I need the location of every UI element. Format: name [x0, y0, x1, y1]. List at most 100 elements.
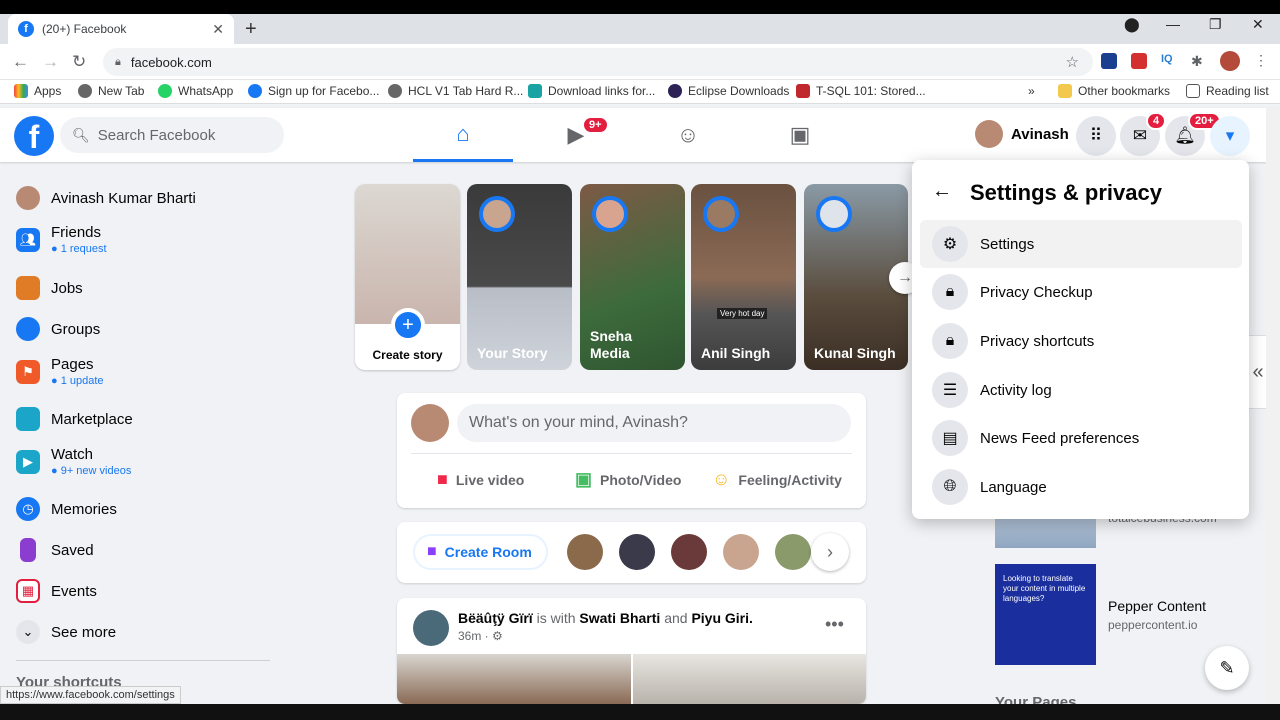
- story-card[interactable]: Very hot day Anil Singh: [691, 184, 796, 370]
- bookmark-item[interactable]: Apps: [14, 84, 61, 98]
- profile-photo: [355, 184, 460, 324]
- live-video-button[interactable]: ■ Live video: [437, 469, 524, 490]
- post-image[interactable]: [633, 654, 866, 704]
- sidebar-item-friends[interactable]: 👥︎ Friends ● 1 request: [16, 224, 107, 255]
- menu-item-news-feed-preferences[interactable]: ▤ News Feed preferences: [920, 414, 1242, 462]
- chrome-profile-avatar[interactable]: [1220, 51, 1240, 71]
- facebook-logo-icon[interactable]: f: [14, 116, 54, 156]
- minimize-icon[interactable]: —: [1166, 16, 1180, 32]
- friends-icon: 👥︎: [16, 227, 40, 252]
- bookmark-item[interactable]: HCL V1 Tab Hard R...: [388, 84, 523, 98]
- sidebar-item-memories[interactable]: ◷ Memories: [16, 497, 117, 521]
- sidebar-item-label: Friends: [51, 224, 102, 241]
- sidebar-item-watch[interactable]: ▶ Watch ● 9+ new videos: [16, 446, 131, 477]
- bookmark-star-icon[interactable]: ☆: [1066, 53, 1079, 71]
- sidebar-item-label: Avinash Kumar Bharti: [51, 189, 196, 207]
- sponsored-title[interactable]: Pepper Content: [1108, 598, 1206, 614]
- see-more-button[interactable]: ⌄ See more: [16, 620, 116, 644]
- bookmark-item[interactable]: Download links for...: [528, 84, 655, 98]
- feed-icon: ▤: [932, 420, 968, 456]
- sidebar-item-groups[interactable]: Groups: [16, 317, 100, 341]
- new-message-button[interactable]: ✎: [1205, 646, 1249, 690]
- menu-grid-button[interactable]: ⠿: [1076, 116, 1116, 156]
- sidebar-item-label: Watch: [51, 446, 93, 463]
- bookmark-item[interactable]: New Tab: [78, 84, 144, 98]
- sidebar-item-jobs[interactable]: Jobs: [16, 276, 83, 300]
- profile-dropdown-icon[interactable]: ⬤: [1124, 16, 1140, 33]
- account-dropdown-button[interactable]: ▾: [1210, 116, 1250, 156]
- back-arrow-icon[interactable]: ←: [932, 180, 952, 203]
- page-scrollbar[interactable]: [1266, 108, 1280, 704]
- back-icon[interactable]: ←: [12, 52, 29, 72]
- search-input[interactable]: 🔍︎ Search Facebook: [60, 117, 284, 153]
- forward-icon[interactable]: →: [42, 52, 59, 72]
- sponsored-domain[interactable]: peppercontent.io: [1108, 618, 1197, 632]
- caret-down-icon: ▾: [1225, 126, 1235, 145]
- create-room-button[interactable]: ■ Create Room: [413, 534, 548, 570]
- close-window-icon[interactable]: ✕: [1252, 16, 1264, 33]
- more-options-icon[interactable]: •••: [825, 614, 844, 635]
- profile-button[interactable]: Avinash: [975, 120, 1069, 148]
- photo-video-button[interactable]: ▣ Photo/Video: [575, 469, 681, 490]
- bookmark-item[interactable]: T-SQL 101: Stored...: [796, 84, 926, 98]
- new-tab-icon[interactable]: +: [245, 18, 257, 41]
- bookmark-item[interactable]: Eclipse Downloads: [668, 84, 789, 98]
- sidebar-item-saved[interactable]: Saved: [16, 538, 94, 562]
- other-bookmarks[interactable]: Other bookmarks: [1058, 84, 1170, 98]
- rooms-next-button[interactable]: ›: [811, 533, 849, 571]
- post-image[interactable]: [397, 654, 631, 704]
- messenger-icon: ✉: [1132, 126, 1148, 145]
- sidebar-item-pages[interactable]: ⚑ Pages ● 1 update: [16, 356, 104, 387]
- reading-list[interactable]: Reading list: [1186, 84, 1269, 98]
- sidebar-item-marketplace[interactable]: Marketplace: [16, 407, 133, 431]
- avatar[interactable]: [775, 534, 811, 570]
- story-card[interactable]: Sneha Media: [580, 184, 685, 370]
- sidebar-item-events[interactable]: ▦ Events: [16, 579, 97, 603]
- sponsored-image[interactable]: Looking to translate your content in mul…: [995, 564, 1096, 665]
- composer-input[interactable]: What's on your mind, Avinash?: [457, 404, 851, 442]
- reload-icon[interactable]: ↻: [72, 52, 86, 72]
- menu-item-privacy-checkup[interactable]: 🔒︎ Privacy Checkup: [920, 268, 1242, 316]
- tab-groups[interactable]: ☺: [638, 108, 738, 162]
- extension-iq-icon[interactable]: IQ: [1161, 53, 1177, 69]
- more-bookmarks-icon[interactable]: »: [1028, 84, 1035, 98]
- browser-tab[interactable]: f (20+) Facebook ✕: [8, 14, 234, 44]
- post-author[interactable]: Bëäûţÿ Gïrï: [458, 610, 533, 626]
- create-story-card[interactable]: + Create story: [355, 184, 460, 370]
- story-card[interactable]: Your Story: [467, 184, 572, 370]
- avatar[interactable]: [671, 534, 707, 570]
- sidebar-item-profile[interactable]: Avinash Kumar Bharti: [16, 186, 196, 210]
- maximize-icon[interactable]: ❐: [1209, 16, 1222, 33]
- bookmark-item[interactable]: WhatsApp: [158, 84, 233, 98]
- menu-item-activity-log[interactable]: ☰ Activity log: [920, 366, 1242, 414]
- menu-item-language[interactable]: 🌐︎ Language: [920, 463, 1242, 511]
- sidebar-item-label: Saved: [51, 541, 94, 559]
- close-tab-icon[interactable]: ✕: [212, 21, 224, 38]
- post-card: Bëäûţÿ Gïrï is with Swati Bharti and Piy…: [397, 598, 866, 704]
- avatar[interactable]: [619, 534, 655, 570]
- tagged-user[interactable]: Swati Bharti: [579, 610, 660, 626]
- tab-watch[interactable]: ▶: [526, 108, 626, 162]
- ad-image-text: Looking to translate your content in mul…: [1003, 574, 1086, 603]
- avatar[interactable]: [567, 534, 603, 570]
- feeling-button[interactable]: ☺ Feeling/Activity: [712, 469, 842, 490]
- avatar[interactable]: [413, 610, 449, 646]
- watch-badge: 9+: [582, 116, 609, 134]
- sidebar-item-label: Events: [51, 582, 97, 600]
- tab-gaming[interactable]: ▣: [750, 108, 850, 162]
- lock-heart-icon: 🔒︎: [932, 274, 968, 310]
- extension-icon[interactable]: [1101, 53, 1117, 69]
- gear-icon: ⚙: [932, 226, 968, 262]
- list-icon: ☰: [932, 372, 968, 408]
- menu-item-privacy-shortcuts[interactable]: 🔒︎ Privacy shortcuts: [920, 317, 1242, 365]
- chrome-menu-icon[interactable]: ⋮: [1254, 52, 1268, 69]
- menu-item-settings[interactable]: ⚙ Settings: [920, 220, 1242, 268]
- avatar: [816, 196, 852, 232]
- tab-home[interactable]: ⌂: [413, 108, 513, 162]
- extension-icon[interactable]: [1131, 53, 1147, 69]
- extensions-puzzle-icon[interactable]: ✱: [1191, 53, 1207, 69]
- bookmark-item[interactable]: Sign up for Facebo...: [248, 84, 379, 98]
- address-bar[interactable]: 🔒︎ facebook.com ☆: [103, 48, 1093, 76]
- avatar[interactable]: [723, 534, 759, 570]
- tagged-user[interactable]: Piyu Giri.: [691, 610, 752, 626]
